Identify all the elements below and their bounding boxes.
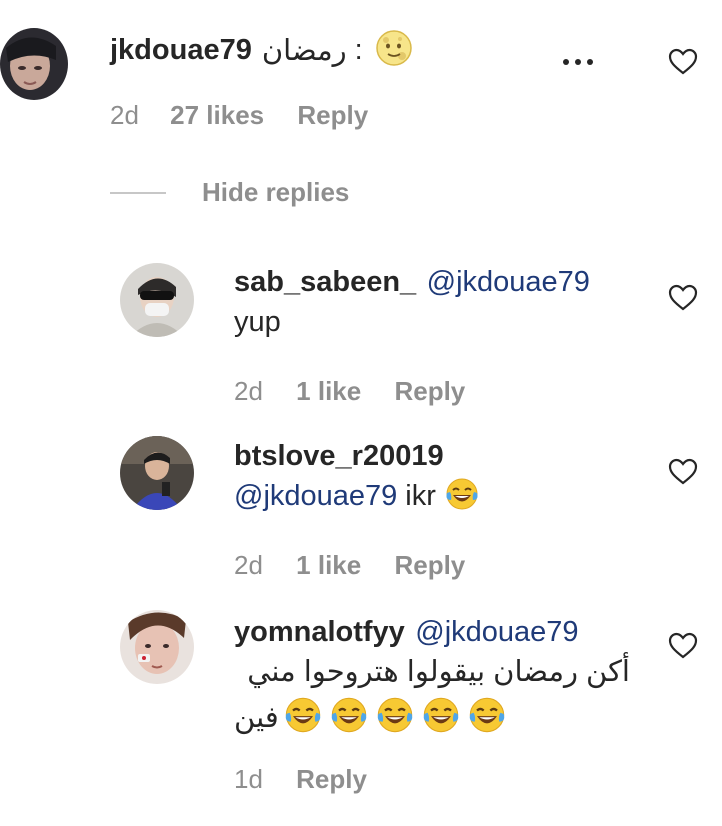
like-heart-icon[interactable] bbox=[668, 48, 698, 81]
comment-text: رمضان bbox=[261, 34, 347, 67]
comment-likes[interactable]: 27 likes bbox=[170, 100, 264, 130]
reply-text: yup bbox=[234, 306, 281, 338]
reply-header: sab_sabeen_ @jkdouae79 bbox=[234, 266, 590, 299]
tears-of-joy-icon bbox=[467, 695, 507, 740]
full-moon-face-icon bbox=[375, 29, 413, 72]
tears-of-joy-icon bbox=[444, 476, 480, 517]
reply-meta: 2d 1 like Reply bbox=[234, 376, 465, 407]
reply-button[interactable]: Reply bbox=[296, 764, 367, 794]
reply-mention[interactable]: @jkdouae79 bbox=[415, 616, 578, 648]
reply-button[interactable]: Reply bbox=[394, 376, 465, 406]
reply-likes[interactable]: 1 like bbox=[296, 376, 361, 406]
reply-meta: 1d Reply bbox=[234, 764, 367, 795]
reply-time: 1d bbox=[234, 764, 263, 794]
comment-meta: 2d 27 likes Reply bbox=[110, 100, 368, 131]
tears-of-joy-icon bbox=[283, 695, 323, 740]
avatar[interactable] bbox=[120, 610, 194, 684]
reply-text-line2: فين bbox=[234, 701, 279, 734]
reply-time: 2d bbox=[234, 376, 263, 406]
reply-mention[interactable]: @jkdouae79 bbox=[234, 480, 397, 513]
hide-replies-button[interactable]: Hide replies bbox=[202, 177, 349, 208]
reply-username[interactable]: btslove_r20019 bbox=[234, 440, 444, 473]
avatar[interactable] bbox=[0, 28, 68, 100]
reply-header: yomnalotfyy @jkdouae79 bbox=[234, 616, 579, 649]
reply-meta: 2d 1 like Reply bbox=[234, 550, 465, 581]
comment-time: 2d bbox=[110, 100, 139, 130]
like-heart-icon[interactable] bbox=[668, 632, 698, 665]
comment-username[interactable]: jkdouae79 bbox=[110, 34, 252, 67]
reply-body: @jkdouae79 ikr bbox=[234, 476, 480, 517]
tears-of-joy-icon bbox=[421, 695, 461, 740]
reply-text-line2-row: فين bbox=[234, 697, 630, 737]
comment-separator: : bbox=[354, 33, 363, 66]
reply-time: 2d bbox=[234, 550, 263, 580]
like-heart-icon[interactable] bbox=[668, 284, 698, 317]
comment-reply-button[interactable]: Reply bbox=[297, 100, 368, 130]
tears-of-joy-icon-row bbox=[283, 695, 513, 740]
tears-of-joy-icon bbox=[375, 695, 415, 740]
divider bbox=[110, 192, 166, 194]
reply-username[interactable]: sab_sabeen_ bbox=[234, 266, 416, 298]
reply-text-line1: أكن رمضان بيقولوا هتروحوا مني bbox=[247, 656, 630, 688]
reply-mention[interactable]: @jkdouae79 bbox=[427, 266, 590, 298]
avatar[interactable] bbox=[120, 263, 194, 337]
avatar[interactable] bbox=[120, 436, 194, 510]
more-options-icon[interactable] bbox=[560, 54, 596, 70]
reply-button[interactable]: Reply bbox=[394, 550, 465, 580]
hide-replies-label: Hide replies bbox=[202, 177, 350, 207]
comment-line: jkdouae79 رمضان : bbox=[110, 29, 413, 72]
reply-username[interactable]: yomnalotfyy bbox=[234, 616, 405, 648]
tears-of-joy-icon bbox=[329, 695, 369, 740]
reply-text: ikr bbox=[405, 480, 436, 512]
like-heart-icon[interactable] bbox=[668, 458, 698, 491]
reply-likes[interactable]: 1 like bbox=[296, 550, 361, 580]
